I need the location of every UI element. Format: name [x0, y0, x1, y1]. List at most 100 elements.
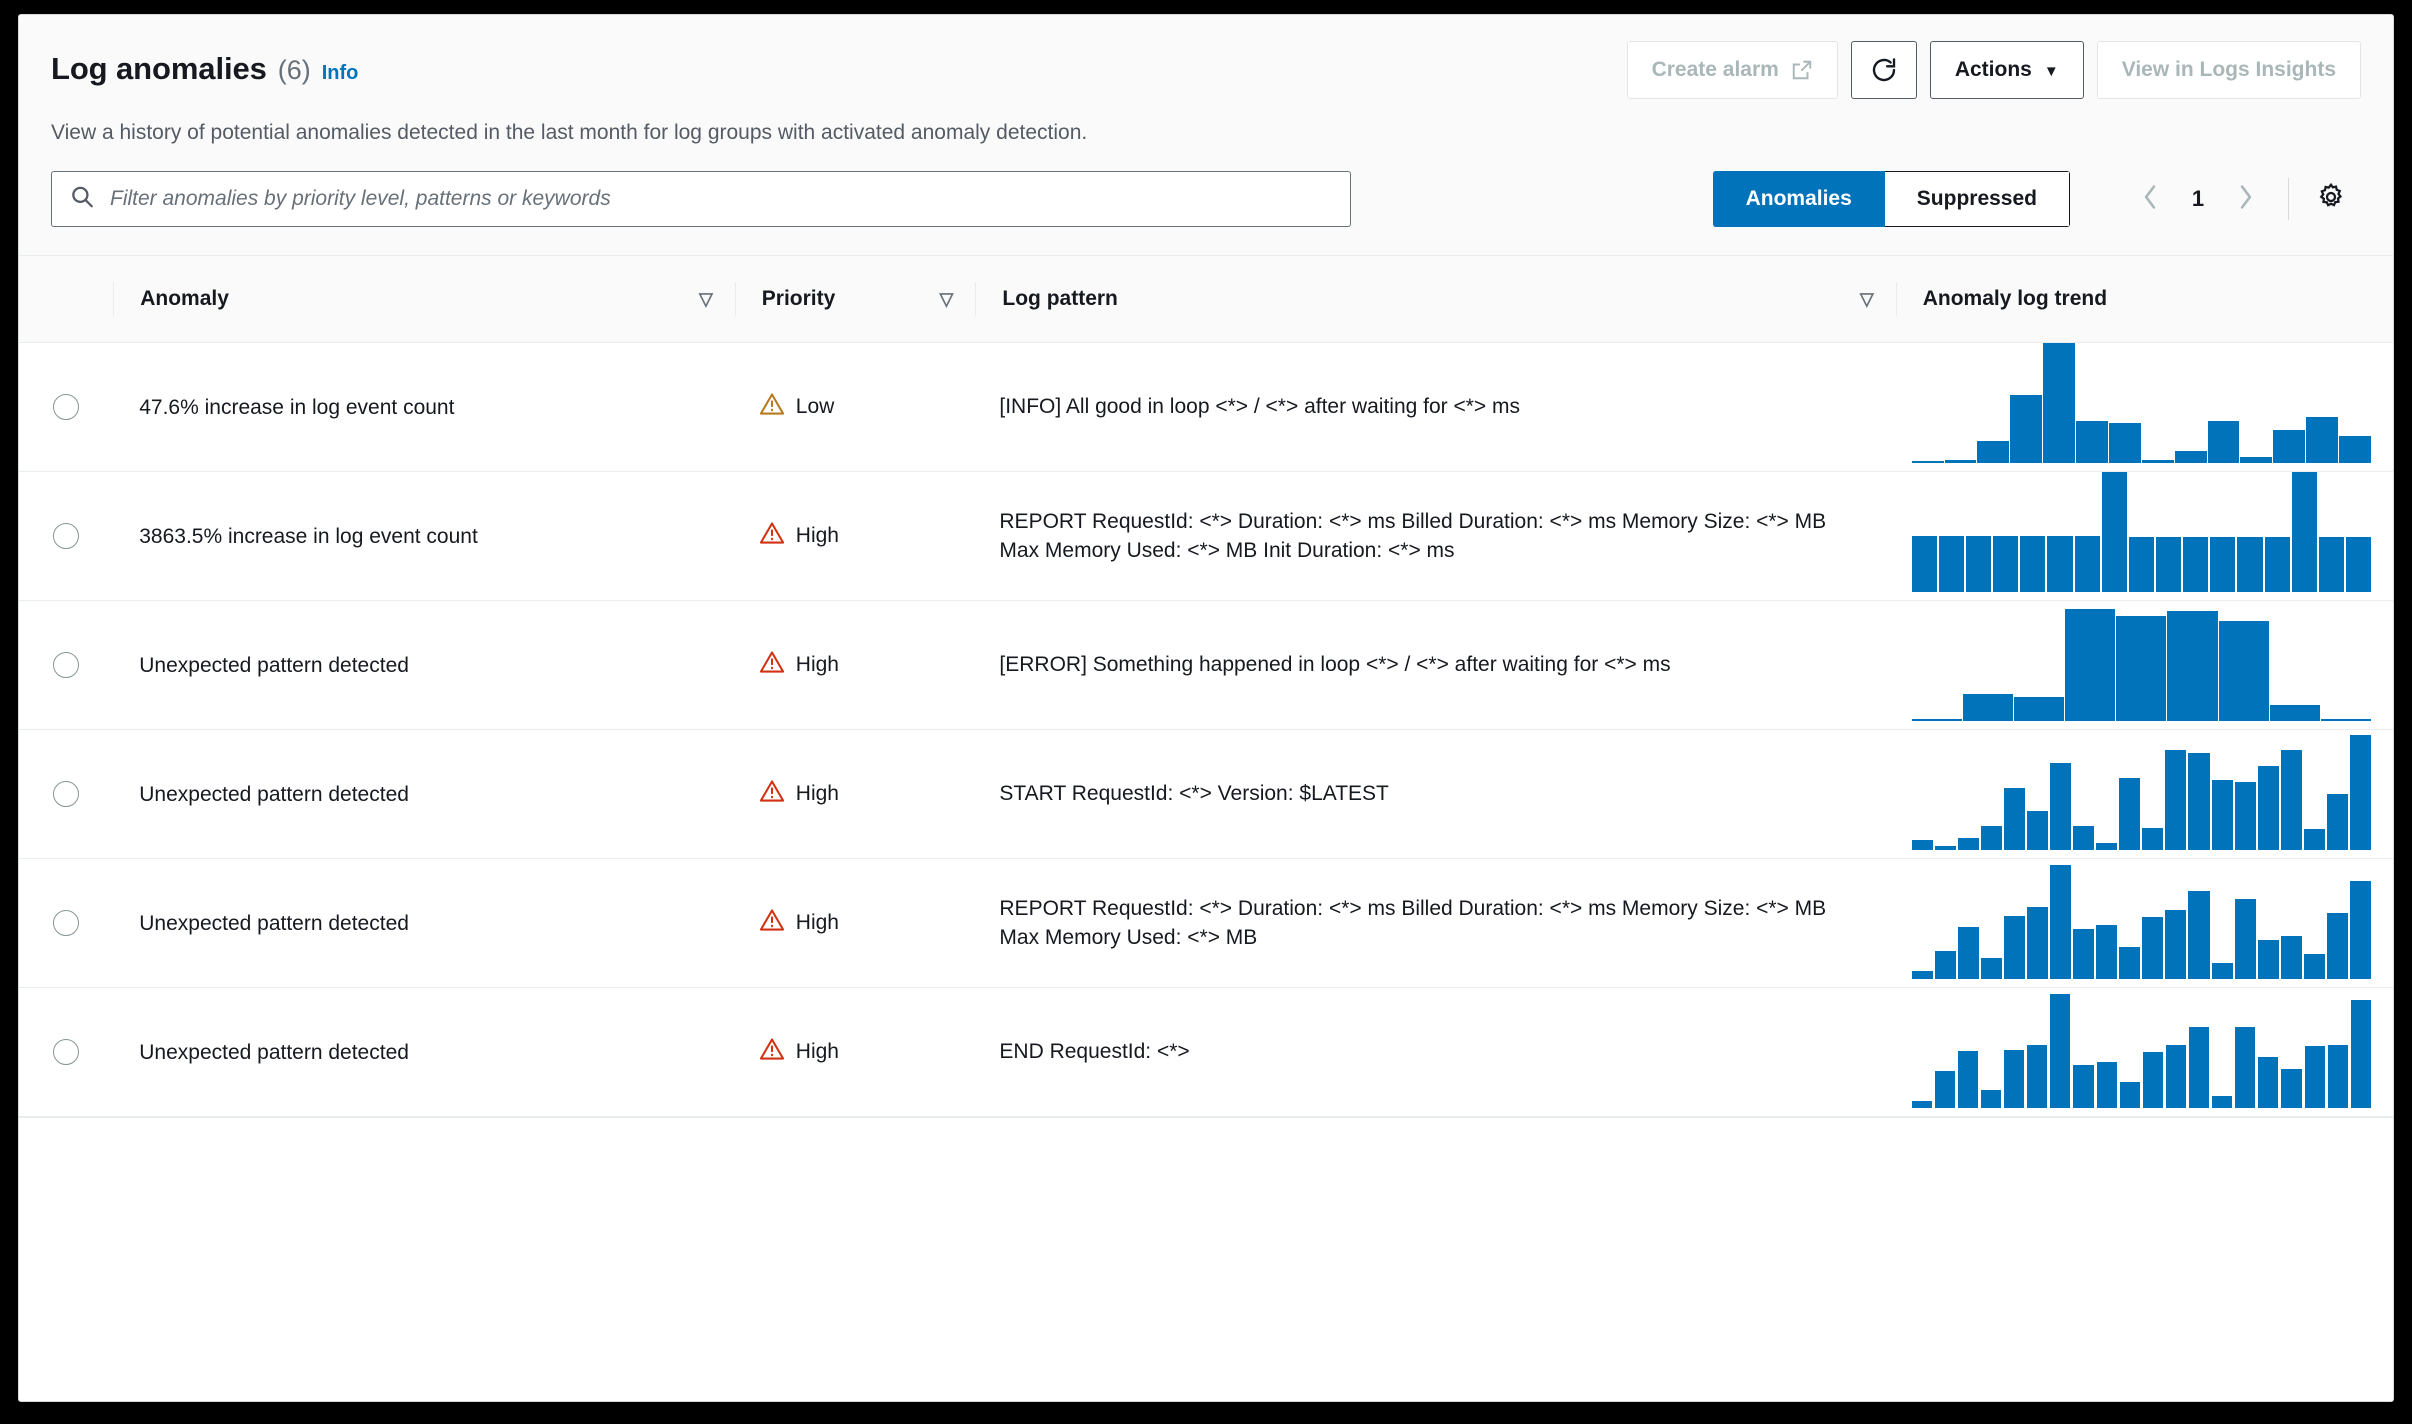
pagination-prev-button[interactable] [2126, 175, 2174, 223]
trend-bar [2258, 1056, 2279, 1109]
header-actions: Create alarm Actions ▼ View in Logs Insi… [1626, 41, 2361, 99]
table-row[interactable]: Unexpected pattern detected High START Req… [19, 730, 2393, 859]
row-radio[interactable] [53, 1039, 80, 1066]
sort-priority-icon[interactable]: ▽ [940, 290, 954, 308]
trend-bar [1957, 1050, 1979, 1109]
column-priority-label: Priority [761, 287, 836, 311]
row-anomaly-text: 3863.5% increase in log event count [139, 524, 478, 548]
sort-log-pattern-icon[interactable]: ▽ [1860, 290, 1874, 308]
actions-button[interactable]: Actions ▼ [1929, 41, 2084, 99]
trend-bar [2027, 810, 2049, 851]
trend-bar [2073, 1065, 2094, 1109]
row-priority-cell: Low [735, 343, 976, 472]
row-anomaly-text: Unexpected pattern detected [139, 1040, 409, 1064]
row-log-pattern-text: END RequestId: <*> [999, 1040, 1190, 1064]
filter-bar: Anomalies Suppressed 1 [19, 147, 2393, 256]
search-input[interactable] [51, 171, 1351, 228]
trend-bar [2269, 704, 2320, 722]
row-anomaly-cell: Unexpected pattern detected [113, 601, 735, 730]
trend-bar [1934, 845, 1956, 851]
trend-bar [2326, 793, 2348, 851]
column-log-pattern-label: Log pattern [1002, 287, 1118, 311]
row-trend-cell [1896, 601, 2393, 730]
trend-bar [1911, 1101, 1932, 1109]
anomaly-log-trend-sparkline [1911, 730, 2371, 858]
tab-suppressed[interactable]: Suppressed [1884, 171, 2070, 228]
trend-bar [2165, 1044, 2187, 1109]
search-box [51, 171, 1351, 228]
trend-bar [2234, 781, 2256, 851]
trend-bar [1962, 693, 2013, 722]
actions-label: Actions [1954, 58, 2032, 81]
refresh-button[interactable] [1850, 41, 1917, 99]
trend-bar [2339, 435, 2371, 464]
trend-bar [1911, 839, 1933, 851]
row-select-cell [19, 730, 113, 859]
info-link[interactable]: Info [322, 62, 359, 85]
table-row[interactable]: Unexpected pattern detected High END Reque… [19, 988, 2393, 1117]
trend-bar [2264, 537, 2290, 593]
trend-bar [2237, 537, 2263, 593]
trend-bar [2212, 1096, 2233, 1109]
gear-icon [2316, 182, 2346, 217]
table-row[interactable]: 3863.5% increase in log event count High R… [19, 472, 2393, 601]
trend-bar [2210, 537, 2236, 593]
trend-bar [2141, 459, 2174, 464]
trend-bar [2188, 890, 2210, 980]
trend-bar [2050, 865, 2072, 980]
priority-badge: High [759, 520, 839, 552]
trend-bar [2101, 472, 2127, 593]
row-priority-cell: High [735, 988, 976, 1117]
row-priority-cell: High [735, 601, 976, 730]
log-anomalies-panel: Log anomalies (6) Info Create alarm Acti… [18, 14, 2394, 1402]
priority-badge: High [759, 778, 839, 810]
table-row[interactable]: 47.6% increase in log event count Low [INF… [19, 343, 2393, 472]
anomalies-table-wrap: Anomaly ▽ Priority ▽ Log pattern ▽ Anoma… [19, 255, 2393, 1401]
trend-bar [2167, 610, 2218, 722]
trend-bar [2188, 753, 2210, 851]
trend-bar [2043, 343, 2076, 464]
row-radio[interactable] [53, 523, 80, 550]
screen-root: Log anomalies (6) Info Create alarm Acti… [0, 0, 2412, 1424]
view-in-logs-insights-button[interactable]: View in Logs Insights [2096, 41, 2361, 99]
trend-bar [2119, 946, 2141, 980]
row-log-pattern-cell: REPORT RequestId: <*> Duration: <*> ms B… [975, 472, 1895, 601]
row-radio[interactable] [53, 394, 80, 421]
trend-bar [2281, 1068, 2302, 1109]
table-row[interactable]: Unexpected pattern detected High REPORT Re… [19, 859, 2393, 988]
pagination-current-page[interactable]: 1 [2178, 186, 2218, 212]
create-alarm-label: Create alarm [1651, 58, 1779, 81]
trend-bar [2119, 1081, 2140, 1109]
trend-bar [2027, 1044, 2048, 1109]
trend-bar [2349, 735, 2371, 851]
create-alarm-button[interactable]: Create alarm [1626, 41, 1838, 99]
trend-bar [2218, 620, 2269, 722]
row-anomaly-cell: Unexpected pattern detected [113, 988, 735, 1117]
anomaly-log-trend-sparkline [1911, 859, 2371, 987]
trend-bar [2349, 880, 2371, 980]
table-body: 47.6% increase in log event count Low [INF… [19, 343, 2393, 1117]
row-log-pattern-cell: [ERROR] Something happened in loop <*> /… [975, 601, 1895, 730]
trend-bar [2050, 994, 2071, 1109]
tab-anomalies[interactable]: Anomalies [1712, 171, 1885, 228]
trend-bar [2273, 429, 2306, 464]
trend-bar [1938, 535, 1964, 593]
anomalies-table: Anomaly ▽ Priority ▽ Log pattern ▽ Anoma… [19, 256, 2393, 1117]
sort-anomaly-icon[interactable]: ▽ [699, 290, 713, 308]
trend-bar [2280, 749, 2302, 851]
row-log-pattern-cell: [INFO] All good in loop <*> / <*> after … [975, 343, 1895, 472]
trend-bar [2234, 898, 2256, 980]
row-radio[interactable] [53, 910, 80, 937]
trend-bar [2013, 697, 2065, 722]
trend-bar [2183, 537, 2209, 593]
pagination-next-button[interactable] [2222, 175, 2270, 223]
row-radio[interactable] [53, 781, 80, 808]
column-anomaly-log-trend-label: Anomaly log trend [1922, 287, 2108, 311]
table-row[interactable]: Unexpected pattern detected High [ERROR] S… [19, 601, 2393, 730]
row-radio[interactable] [53, 652, 80, 679]
row-log-pattern-cell: START RequestId: <*> Version: $LATEST [975, 730, 1895, 859]
trend-bar [2047, 535, 2073, 593]
table-settings-button[interactable] [2307, 175, 2355, 223]
priority-label: High [795, 524, 839, 548]
row-trend-cell [1896, 343, 2393, 472]
